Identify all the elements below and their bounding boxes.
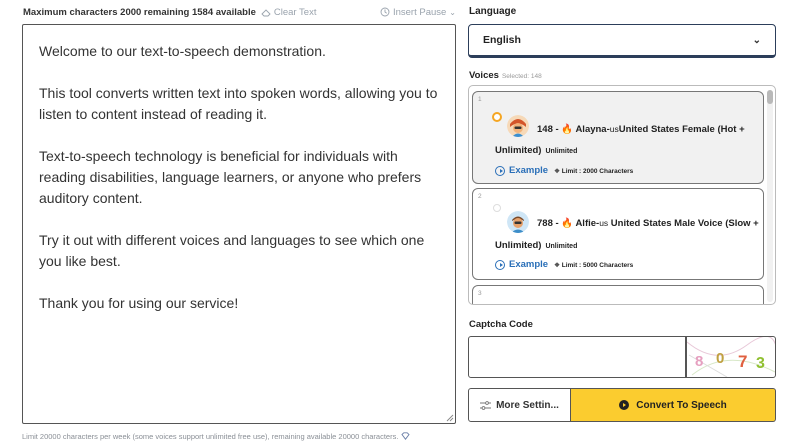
text-input-area[interactable]: Welcome to our text-to-speech demonstrat… [22, 24, 456, 424]
tts-app: Maximum characters 2000 remaining 1584 a… [0, 0, 800, 448]
voice-radio[interactable] [493, 204, 501, 212]
insert-pause-button[interactable]: Insert Pause ⌄ [380, 7, 456, 18]
voice-card[interactable]: 1 148 - 🔥 Alayna-usUnited States Female … [472, 91, 764, 184]
bulb-icon: ❖ [554, 261, 560, 269]
voice-example-button[interactable]: Example ❖ Limit : 5000 Characters [495, 259, 633, 270]
voice-card[interactable]: 3 [472, 285, 764, 304]
captcha-graphic: 8 0 7 3 [687, 337, 775, 377]
diamond-icon [400, 432, 410, 440]
editor-paragraph: Try it out with different voices and lan… [39, 232, 425, 269]
chevron-down-icon: ⌄ [449, 7, 456, 17]
voice-list[interactable]: 1 148 - 🔥 Alayna-usUnited States Female … [468, 85, 776, 305]
svg-text:3: 3 [756, 355, 765, 372]
play-circle-icon [619, 400, 630, 410]
weekly-limit-text: Limit 20000 characters per week (some vo… [22, 432, 399, 441]
play-icon [495, 259, 505, 270]
editor-paragraph: This tool converts written text into spo… [39, 85, 438, 122]
unlimited-tag: Unlimited [545, 148, 578, 155]
clear-text-label: Clear Text [273, 6, 317, 18]
voices-selected-count: Selected: 148 [501, 73, 542, 80]
avatar [507, 115, 529, 137]
convert-to-speech-button[interactable]: Convert To Speech [571, 388, 776, 422]
fire-icon: 🔥 [561, 124, 574, 135]
example-label: Example [509, 165, 549, 176]
fire-icon: 🔥 [561, 218, 574, 229]
voice-title-continued: Unlimited) Unlimited [495, 240, 578, 251]
svg-text:8: 8 [695, 353, 703, 370]
language-selected-value: English [483, 34, 521, 46]
character-limit-text: Maximum characters 2000 remaining 1584 a… [23, 6, 256, 18]
voice-limit: ❖ Limit : 2000 Characters [554, 167, 634, 175]
clock-icon [380, 7, 390, 17]
editor-toolbar: Maximum characters 2000 remaining 1584 a… [23, 5, 456, 19]
clear-text-button[interactable]: Clear Text [261, 6, 317, 18]
voice-title: 788 - 🔥 Alfie-us United States Male Voic… [537, 218, 759, 229]
voice-index: 2 [478, 193, 482, 200]
unlimited-tag: Unlimited [545, 243, 578, 250]
bulb-icon: ❖ [554, 167, 560, 175]
language-select[interactable]: English ⌄ [468, 24, 776, 58]
resize-handle-icon[interactable] [445, 413, 454, 422]
voice-index: 3 [478, 290, 482, 297]
editor-paragraph: Text-to-speech technology is beneficial … [39, 148, 422, 206]
svg-text:0: 0 [716, 350, 724, 367]
more-settings-button[interactable]: More Settin... [468, 388, 571, 422]
avatar [507, 211, 529, 233]
voice-list-scrollbar[interactable] [767, 90, 773, 302]
captcha-image[interactable]: 8 0 7 3 [686, 336, 776, 378]
voice-title-continued: Unlimited) Unlimited [495, 145, 578, 156]
chevron-down-icon: ⌄ [752, 34, 761, 46]
example-label: Example [509, 259, 549, 270]
insert-pause-label: Insert Pause [392, 6, 447, 18]
scrollbar-thumb[interactable] [767, 90, 773, 104]
convert-label: Convert To Speech [636, 399, 727, 411]
play-icon [495, 165, 505, 176]
weekly-limit-note: Limit 20000 characters per week (some vo… [22, 432, 410, 441]
captcha-input[interactable] [468, 336, 686, 378]
svg-text:7: 7 [738, 352, 747, 371]
voice-radio[interactable] [492, 112, 502, 122]
voice-limit: ❖ Limit : 5000 Characters [554, 261, 634, 269]
editor-paragraph: Thank you for using our service! [39, 295, 239, 311]
voices-label: Voices Selected: 148 [469, 70, 542, 81]
voice-card[interactable]: 2 788 - 🔥 Alfie-us United States Male Vo… [472, 188, 764, 280]
voices-title: Voices [469, 70, 499, 81]
eraser-icon [261, 8, 271, 16]
language-label: Language [469, 6, 517, 17]
voice-example-button[interactable]: Example ❖ Limit : 2000 Characters [495, 165, 633, 176]
editor-paragraph: Welcome to our text-to-speech demonstrat… [39, 43, 326, 59]
voice-title: 148 - 🔥 Alayna-usUnited States Female (H… [537, 124, 745, 135]
captcha-label: Captcha Code [469, 319, 533, 330]
voice-index: 1 [478, 96, 482, 103]
sliders-icon [480, 400, 492, 410]
more-settings-label: More Settin... [496, 399, 559, 411]
